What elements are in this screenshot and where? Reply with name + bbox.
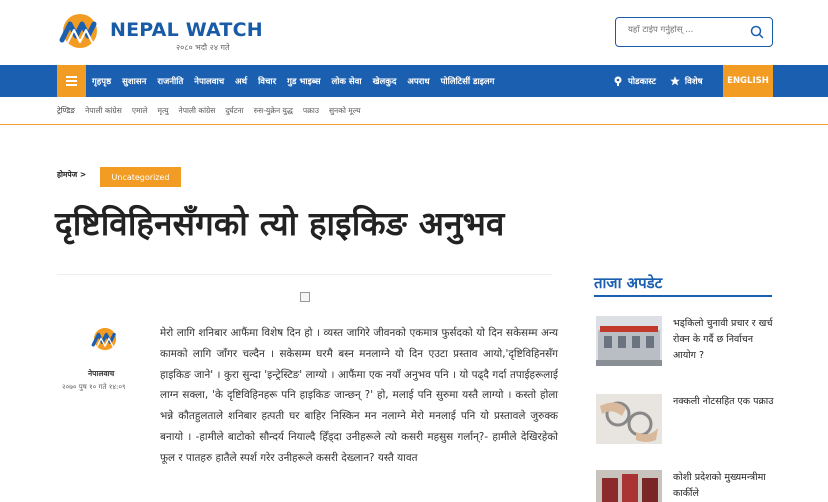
news-thumbnail[interactable] xyxy=(596,470,662,502)
trending-tag[interactable]: नेपाली कांग्रेस xyxy=(179,106,216,116)
nav-item-good-vibes[interactable]: गुड भाइब्स xyxy=(287,76,320,87)
trending-tag[interactable]: मृत्यु xyxy=(158,106,169,116)
breadcrumb-home[interactable]: होमपेज > xyxy=(57,170,86,180)
trending-tag[interactable]: रुस-युक्रेन युद्ध xyxy=(254,106,293,116)
nav-item-politics[interactable]: राजनीति xyxy=(157,76,183,87)
current-date: २०८० भदौ २४ गते xyxy=(176,43,230,52)
trending-bar: ट्रेण्डिङ नेपाली कांग्रेस एमाले मृत्यु न… xyxy=(0,97,828,125)
news-thumbnail[interactable] xyxy=(596,394,662,444)
article-title: दृष्टिविहिनसँगको त्यो हाइकिङ अनुभव xyxy=(55,204,505,243)
author-name[interactable]: नेपालवाच xyxy=(88,369,114,379)
nav-items: गृहपृष्ठ सुशासन राजनीति नेपालवाच अर्थ वि… xyxy=(92,65,505,97)
nav-item-nepalwatch[interactable]: नेपालवाच xyxy=(194,76,224,87)
news-headline[interactable]: नक्कली नोटसहित एक पक्राउ xyxy=(673,394,775,410)
sidebar-rule xyxy=(594,295,772,297)
search-input[interactable] xyxy=(628,25,748,35)
logo-text: NEPAL WATCH xyxy=(110,19,263,41)
menu-icon[interactable] xyxy=(57,65,86,97)
nav-podcast[interactable]: पोडकास्ट xyxy=(628,76,656,87)
divider xyxy=(57,274,552,275)
nav-item-opinion[interactable]: विचार xyxy=(258,76,276,87)
site-header: NEPAL WATCH २०८० भदौ २४ गते xyxy=(0,0,828,65)
nav-right: पोडकास्ट विशेष xyxy=(613,65,717,97)
trending-tag[interactable]: सुनको मूल्य xyxy=(329,106,361,116)
trending-tag[interactable]: पक्राउ xyxy=(303,106,319,116)
nav-special[interactable]: विशेष xyxy=(685,76,703,87)
podcast-icon[interactable] xyxy=(613,76,623,86)
trending-tag[interactable]: नेपाली कांग्रेस xyxy=(85,106,122,116)
sidebar-title: ताजा अपडेट xyxy=(594,274,663,292)
nav-item-public-service[interactable]: लोक सेवा xyxy=(331,76,361,87)
trending-label: ट्रेण्डिङ xyxy=(57,105,76,115)
nav-item-political-dialogue[interactable]: पोलिटिसीं डाइलग xyxy=(441,76,495,87)
trending-tag[interactable]: दुर्घटना xyxy=(225,106,243,116)
nav-item-sports[interactable]: खेलकुद xyxy=(373,76,397,87)
site-logo[interactable]: NEPAL WATCH २०८० भदौ २४ गते xyxy=(57,12,263,52)
news-headline[interactable]: भड्किलो चुनावी प्रचार र खर्च रोक्न के गर… xyxy=(673,316,775,364)
search-icon[interactable] xyxy=(750,25,764,39)
english-button[interactable]: ENGLISH xyxy=(723,65,773,97)
author-avatar[interactable] xyxy=(90,326,120,352)
broken-image-icon xyxy=(300,292,310,302)
article-body: मेरो लागि शनिबार आफैंमा विशेष दिन हो । व… xyxy=(160,327,558,464)
search-box[interactable] xyxy=(615,17,773,47)
news-thumbnail[interactable] xyxy=(596,316,662,366)
logo-mark-icon xyxy=(59,14,97,48)
nav-item-economy[interactable]: अर्थ xyxy=(235,76,247,87)
main-nav: गृहपृष्ठ सुशासन राजनीति नेपालवाच अर्थ वि… xyxy=(0,65,828,97)
nav-item-home[interactable]: गृहपृष्ठ xyxy=(92,76,111,87)
category-badge[interactable]: Uncategorized xyxy=(100,167,181,187)
trending-tag[interactable]: एमाले xyxy=(132,106,148,116)
nav-item-crime[interactable]: अपराध xyxy=(407,76,429,87)
news-headline[interactable]: कोशी प्रदेशको मुख्यमन्त्रीमा कार्कीले xyxy=(673,470,775,502)
nav-item-governance[interactable]: सुशासन xyxy=(122,76,146,87)
publish-date: २०७० पुष १० गते १४:०९ xyxy=(62,383,126,391)
star-icon[interactable] xyxy=(670,76,680,86)
